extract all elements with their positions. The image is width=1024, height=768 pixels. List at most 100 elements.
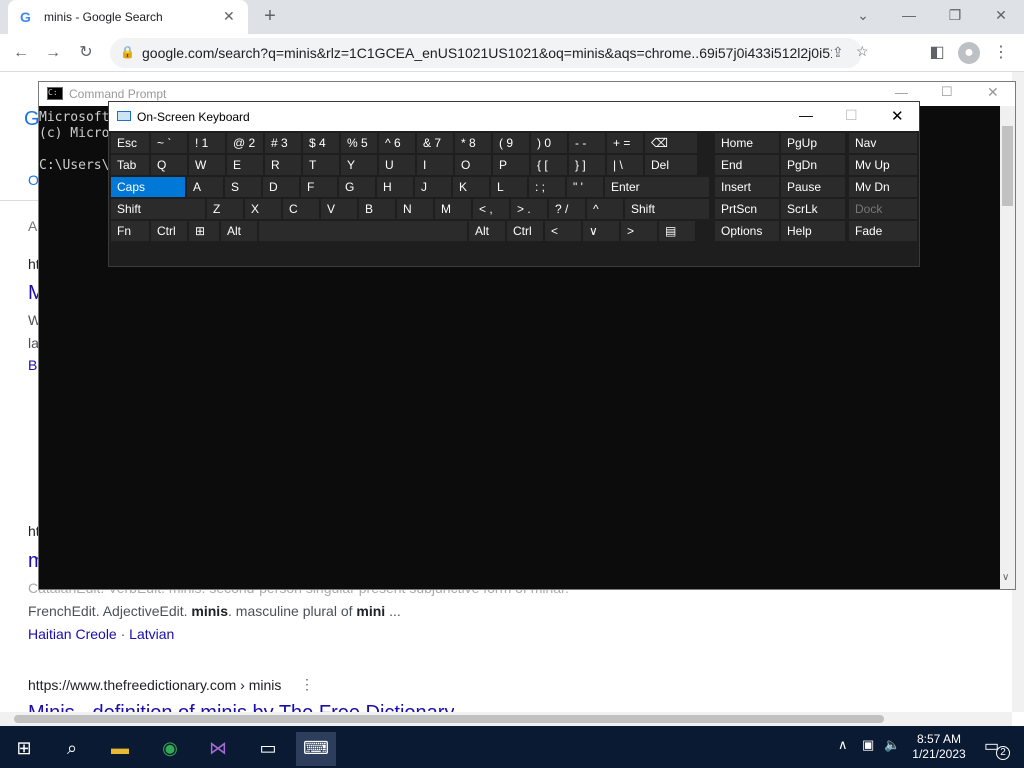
key-f[interactable]: F [301,177,337,197]
key-8[interactable]: * 8 [455,133,491,153]
address-bar[interactable]: 🔒 google.com/search?q=minis&rlz=1C1GCEA_… [110,38,869,68]
key-s[interactable]: S [225,177,261,197]
key-9[interactable]: ( 9 [493,133,529,153]
key-m[interactable]: M [435,199,471,219]
key-4[interactable]: $ 4 [303,133,339,153]
key-symbol[interactable]: ? / [549,199,585,219]
key-caps[interactable]: Caps [111,177,185,197]
key-n[interactable]: N [397,199,433,219]
result-title[interactable]: Minis - definition of minis by The Free … [28,702,454,712]
chrome-icon[interactable]: ◉ [150,732,190,766]
scroll-down-icon[interactable]: ∨ [1002,572,1009,583]
on-screen-keyboard-window[interactable]: On-Screen Keyboard — ☐ ✕ Esc ~ `! 1 @ 2 # 3… [108,101,920,267]
key-options[interactable]: Options [715,221,779,241]
key-symbol[interactable]: ~ ` [151,133,187,153]
key-symbol[interactable]: - - [569,133,605,153]
key-fn[interactable]: Fn [111,221,149,241]
visual-studio-icon[interactable]: ⋈ [198,732,238,766]
cmd-minimize-button[interactable]: — [895,85,908,100]
key-symbol[interactable]: + = [607,133,643,153]
key-pgdn[interactable]: PgDn [781,155,845,175]
key-0[interactable]: ) 0 [531,133,567,153]
key-b[interactable]: B [359,199,395,219]
key-6[interactable]: ^ 6 [379,133,415,153]
key-symbol[interactable]: > [621,221,657,241]
key-1[interactable]: ! 1 [189,133,225,153]
key-t[interactable]: T [303,155,339,175]
close-window-button[interactable]: ✕ [987,4,1015,26]
key-enter[interactable]: Enter [605,177,709,197]
key-end[interactable]: End [715,155,779,175]
key-3[interactable]: # 3 [265,133,301,153]
space-key[interactable] [259,221,467,241]
key-g[interactable]: G [339,177,375,197]
key-a[interactable]: A [187,177,223,197]
key-symbol[interactable]: < [545,221,581,241]
browser-tab[interactable]: G minis - Google Search ✕ [8,0,248,34]
key-5[interactable]: % 5 [341,133,377,153]
cmd-close-button[interactable]: ✕ [987,84,999,101]
key-symbol[interactable]: " ' [567,177,603,197]
key-ctrl[interactable]: Ctrl [507,221,543,241]
search-icon[interactable]: ⌕ [52,732,92,766]
bookmark-star-icon[interactable]: ☆ [856,43,869,60]
key-symbol[interactable]: } ] [569,155,605,175]
cmd-prompt-line[interactable]: C:\Users\ [39,158,109,174]
key-h[interactable]: H [377,177,413,197]
volume-icon[interactable]: 🔈 [884,737,900,753]
key-y[interactable]: Y [341,155,377,175]
clock[interactable]: 8:57 AM 1/21/2023 [900,732,978,762]
cmd-scroll-thumb[interactable] [1002,126,1013,206]
windows-start-icon[interactable]: ⊞ [4,732,44,766]
key-z[interactable]: Z [207,199,243,219]
key-symbol[interactable]: ∨ [583,221,619,241]
key-symbol[interactable]: : ; [529,177,565,197]
key-symbol[interactable]: ⌫ [645,133,697,153]
back-icon[interactable]: ← [10,42,32,64]
result-url[interactable]: https://www.thefreedictionary.com › mini… [28,677,281,693]
key-fade[interactable]: Fade [849,221,917,241]
key-alt[interactable]: Alt [221,221,257,241]
key-esc[interactable]: Esc [111,133,149,153]
reload-icon[interactable]: ↻ [75,42,97,64]
sitelink-haitian-creole[interactable]: Haitian Creole [28,626,117,642]
key-shift[interactable]: Shift [625,199,709,219]
tab-search-icon[interactable]: ⌄ [849,4,877,26]
forward-icon[interactable]: → [42,42,64,64]
network-icon[interactable]: ▣ [862,737,874,753]
osk-title-bar[interactable]: On-Screen Keyboard — ☐ ✕ [109,102,919,131]
key-l[interactable]: L [491,177,527,197]
key-e[interactable]: E [227,155,263,175]
key-insert[interactable]: Insert [715,177,779,197]
share-icon[interactable]: ⇪ [832,44,844,61]
key-dock[interactable]: Dock [849,199,917,219]
key-p[interactable]: P [493,155,529,175]
menu-icon[interactable]: ⋮ [990,42,1012,64]
command-prompt-icon[interactable]: ▭ [248,732,288,766]
key-symbol[interactable]: ⊞ [189,221,219,241]
snippet-link-fragment[interactable]: B [28,357,37,373]
key-alt[interactable]: Alt [469,221,505,241]
key-del[interactable]: Del [645,155,697,175]
osk-taskbar-icon[interactable]: ⌨ [296,732,336,766]
key-q[interactable]: Q [151,155,187,175]
osk-close-button[interactable]: ✕ [891,107,904,125]
key-pgup[interactable]: PgUp [781,133,845,153]
key-symbol[interactable]: > . [511,199,547,219]
key-i[interactable]: I [417,155,453,175]
new-tab-button[interactable]: + [260,6,280,26]
cmd-scrollbar[interactable]: ∨ [1000,106,1015,589]
key-prtscn[interactable]: PrtScn [715,199,779,219]
key-u[interactable]: U [379,155,415,175]
key-v[interactable]: V [321,199,357,219]
key-symbol[interactable]: | \ [607,155,643,175]
scroll-thumb[interactable] [14,715,884,723]
minimize-button[interactable]: — [895,4,923,26]
key-shift[interactable]: Shift [111,199,205,219]
key-symbol[interactable]: ^ [587,199,623,219]
page-horizontal-scrollbar[interactable] [0,712,1012,726]
key-mv-up[interactable]: Mv Up [849,155,917,175]
key-w[interactable]: W [189,155,225,175]
key-symbol[interactable]: { [ [531,155,567,175]
key-k[interactable]: K [453,177,489,197]
